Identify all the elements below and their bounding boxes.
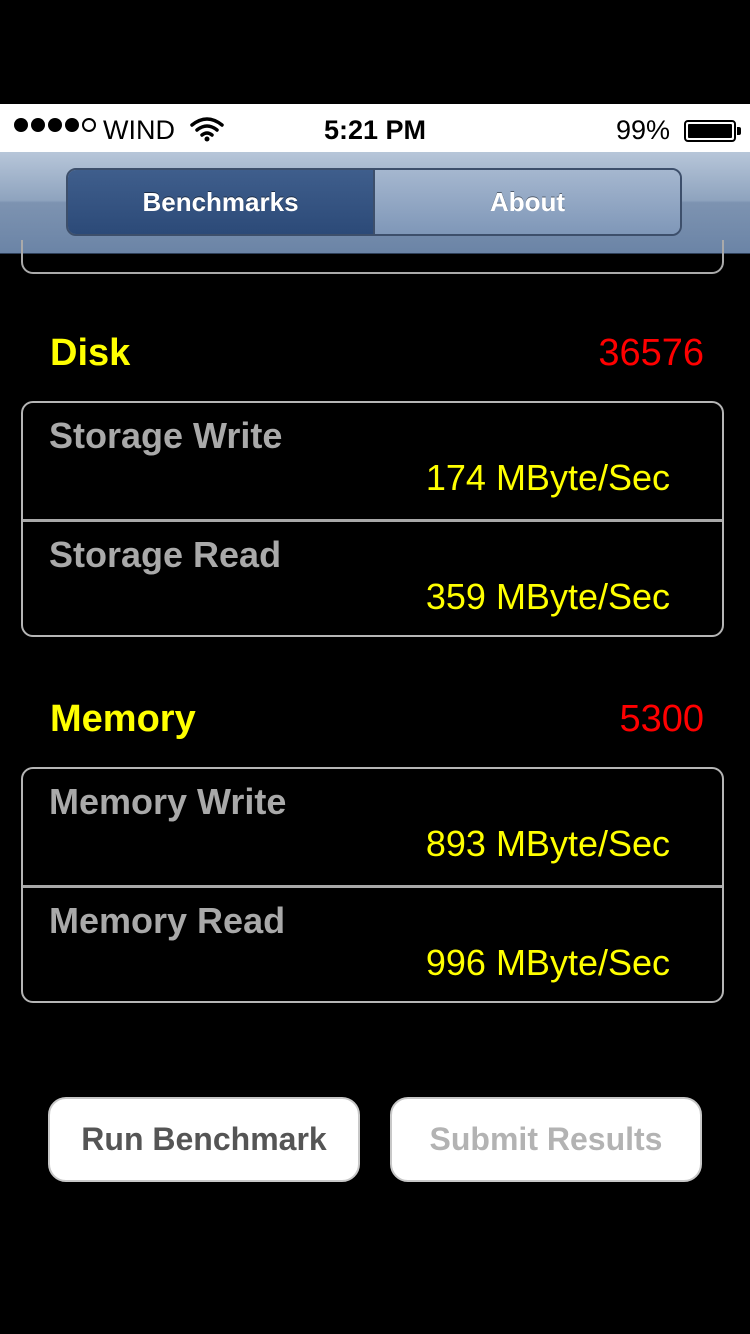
top-letterbox — [0, 0, 750, 104]
storage-read-label: Storage Read — [49, 534, 282, 575]
memory-section-title: Memory — [50, 698, 196, 740]
navigation-bar: Benchmarks About — [0, 152, 750, 254]
memory-score: 5300 — [619, 698, 704, 740]
table-row: Storage Write 174 MByte/Sec — [23, 403, 722, 519]
battery-percentage: 99% — [615, 115, 670, 145]
memory-results-group: Memory Write 893 MByte/Sec Memory Read 9… — [21, 767, 724, 1003]
storage-write-label: Storage Write — [49, 415, 283, 456]
table-row: Memory Write 893 MByte/Sec — [23, 769, 722, 885]
status-bar: WIND 5:21 PM 99% — [0, 104, 750, 152]
disk-section-title: Disk — [50, 332, 131, 374]
table-row: Memory Read 996 MByte/Sec — [23, 885, 722, 1001]
memory-write-label: Memory Write — [49, 781, 287, 822]
memory-write-value: 893 MByte/Sec — [425, 823, 670, 864]
segmented-control: Benchmarks About — [66, 168, 682, 236]
submit-results-button[interactable]: Submit Results — [390, 1097, 702, 1182]
table-row: Storage Read 359 MByte/Sec — [23, 519, 722, 635]
storage-write-value: 174 MByte/Sec — [425, 457, 670, 498]
previous-group-edge — [21, 240, 724, 274]
memory-read-value: 996 MByte/Sec — [425, 942, 670, 983]
memory-read-label: Memory Read — [49, 900, 286, 941]
disk-score: 36576 — [598, 332, 704, 374]
run-benchmark-button[interactable]: Run Benchmark — [48, 1097, 360, 1182]
tab-benchmarks[interactable]: Benchmarks — [68, 170, 375, 234]
tab-about[interactable]: About — [375, 170, 680, 234]
disk-results-group: Storage Write 174 MByte/Sec Storage Read… — [21, 401, 724, 637]
storage-read-value: 359 MByte/Sec — [425, 576, 670, 617]
battery-icon — [684, 120, 741, 142]
